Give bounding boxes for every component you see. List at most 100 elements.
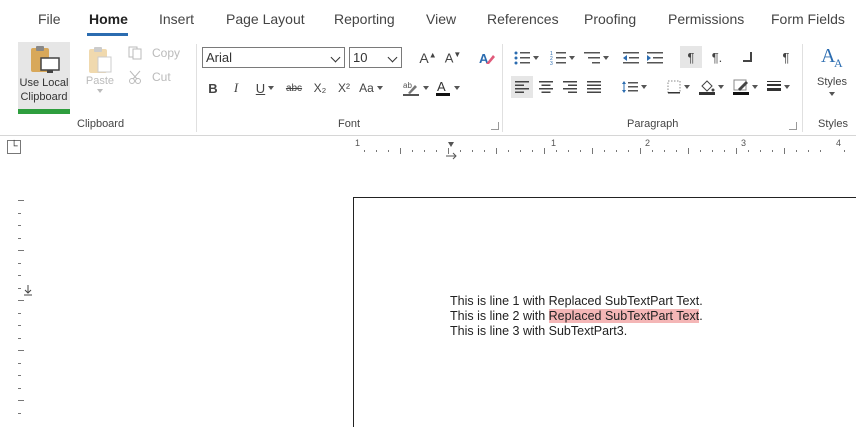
ruler-mark: 2 (645, 138, 651, 148)
styles-button[interactable]: AA Styles (810, 42, 854, 108)
align-center-button[interactable] (535, 76, 557, 98)
ruler-tick (18, 287, 21, 289)
tab-stop-button[interactable] (738, 46, 758, 68)
underline-label: U (255, 80, 266, 96)
ruler-tick (688, 148, 689, 154)
ruler-tick (748, 150, 749, 152)
bullets-button[interactable] (512, 48, 540, 68)
horizontal-ruler[interactable] (0, 137, 856, 159)
tab-view[interactable]: View (426, 11, 456, 27)
scissors-icon (129, 70, 141, 84)
ruler-tick (364, 150, 365, 152)
align-left-button[interactable] (511, 76, 533, 98)
chevron-down-icon (829, 92, 835, 96)
tab-type-selector[interactable]: └ (7, 140, 21, 154)
tab-form-fields[interactable]: Form Fields (771, 11, 845, 27)
grow-font-button[interactable]: A▲ (417, 48, 439, 68)
ruler-tick (496, 148, 497, 154)
copy-button[interactable]: Copy (128, 44, 184, 62)
font-family-select[interactable]: Arial (202, 47, 345, 68)
paste-icon (89, 47, 112, 73)
increase-indent-icon (647, 52, 663, 64)
ruler-tick (460, 150, 461, 152)
superscript-button[interactable]: X² (334, 78, 354, 98)
underline-button[interactable]: U (252, 78, 278, 98)
use-local-clipboard-button[interactable]: Use Local Clipboard (18, 42, 70, 114)
ruler-tick (18, 412, 21, 414)
tab-proofing[interactable]: Proofing (584, 11, 636, 27)
border-width-button[interactable] (764, 76, 792, 98)
clear-formatting-icon: A (479, 51, 495, 66)
align-center-icon (539, 81, 553, 93)
chevron-down-icon (532, 56, 539, 60)
tab-permissions[interactable]: Permissions (668, 11, 744, 27)
borders-button[interactable] (664, 76, 692, 98)
chevron-down-icon (717, 85, 724, 89)
bold-button[interactable]: B (205, 78, 221, 98)
tab-file[interactable]: File (38, 11, 61, 27)
ruler-tick (18, 300, 24, 301)
document-line[interactable]: This is line 1 with Replaced SubTextPart… (450, 294, 703, 308)
cut-button[interactable]: Cut (128, 68, 184, 86)
ruler-tick (568, 150, 569, 152)
ruler-tick (532, 150, 533, 152)
shading-button[interactable] (696, 76, 726, 98)
shrink-font-icon: A▼ (444, 50, 462, 66)
change-case-button[interactable]: Aa (357, 78, 385, 98)
font-color-button[interactable]: A (433, 78, 461, 98)
line-spacing-button[interactable] (620, 76, 648, 98)
ruler-tick (604, 150, 605, 152)
align-right-button[interactable] (559, 76, 581, 98)
ruler-tick (18, 200, 24, 201)
svg-text:3: 3 (550, 61, 553, 65)
numbering-button[interactable]: 123 (548, 48, 576, 68)
vertical-margin-marker-icon[interactable] (22, 284, 34, 296)
decrease-indent-button[interactable] (621, 48, 641, 68)
font-size-select[interactable]: 10 (349, 47, 402, 68)
highlighted-text[interactable]: Replaced SubTextPart Text (548, 309, 700, 323)
show-formatting-button[interactable]: ¶ (776, 46, 796, 68)
ruler-tick (18, 275, 21, 276)
cut-label: Cut (152, 70, 171, 84)
tab-references[interactable]: References (487, 11, 559, 27)
subscript-button[interactable]: X₂ (310, 78, 330, 98)
styles-label: Styles (817, 76, 847, 88)
numbering-icon: 123 (550, 51, 566, 65)
grow-font-icon: A▲ (419, 50, 437, 66)
ruler-tick (424, 150, 425, 152)
increase-indent-button[interactable] (645, 48, 665, 68)
shrink-font-button[interactable]: A▼ (442, 48, 464, 68)
paragraph-dialog-launcher-icon[interactable] (789, 122, 797, 130)
strikethrough-button[interactable]: abc (284, 78, 304, 98)
chevron-down-icon (268, 86, 275, 90)
rtl-paragraph-icon: ¶. (711, 49, 723, 65)
justify-button[interactable] (583, 76, 605, 98)
line-text: . (699, 309, 703, 323)
ruler-tick (580, 150, 581, 152)
chevron-down-icon (330, 52, 341, 63)
ruler-tick (820, 150, 821, 152)
document-line[interactable]: This is line 2 with Replaced SubTextPart… (450, 309, 703, 323)
ltr-paragraph-button[interactable]: ¶ (680, 46, 702, 68)
tab-reporting[interactable]: Reporting (334, 11, 395, 27)
border-color-button[interactable] (730, 76, 760, 98)
indent-marker-icon[interactable] (445, 141, 457, 161)
ribbon: Use Local Clipboard Paste Copy Cut Clipb… (0, 40, 856, 136)
rtl-paragraph-button[interactable]: ¶. (706, 46, 728, 68)
justify-icon (587, 81, 601, 93)
tab-home[interactable]: Home (89, 11, 128, 27)
italic-button[interactable]: I (229, 78, 243, 98)
paste-button[interactable]: Paste (82, 42, 118, 108)
tab-insert[interactable]: Insert (159, 11, 194, 27)
document-line[interactable]: This is line 3 with SubTextPart3. (450, 324, 627, 338)
highlight-color-button[interactable]: ab (400, 78, 430, 98)
active-tab-indicator (87, 33, 128, 36)
chevron-down-icon (422, 86, 429, 90)
svg-text:A: A (834, 56, 843, 70)
tab-page-layout[interactable]: Page Layout (226, 11, 305, 27)
font-dialog-launcher-icon[interactable] (491, 122, 499, 130)
multilevel-list-button[interactable] (582, 48, 610, 68)
font-family-value: Arial (206, 50, 233, 65)
ruler-tick (760, 150, 761, 152)
clear-formatting-button[interactable]: A (476, 48, 498, 68)
